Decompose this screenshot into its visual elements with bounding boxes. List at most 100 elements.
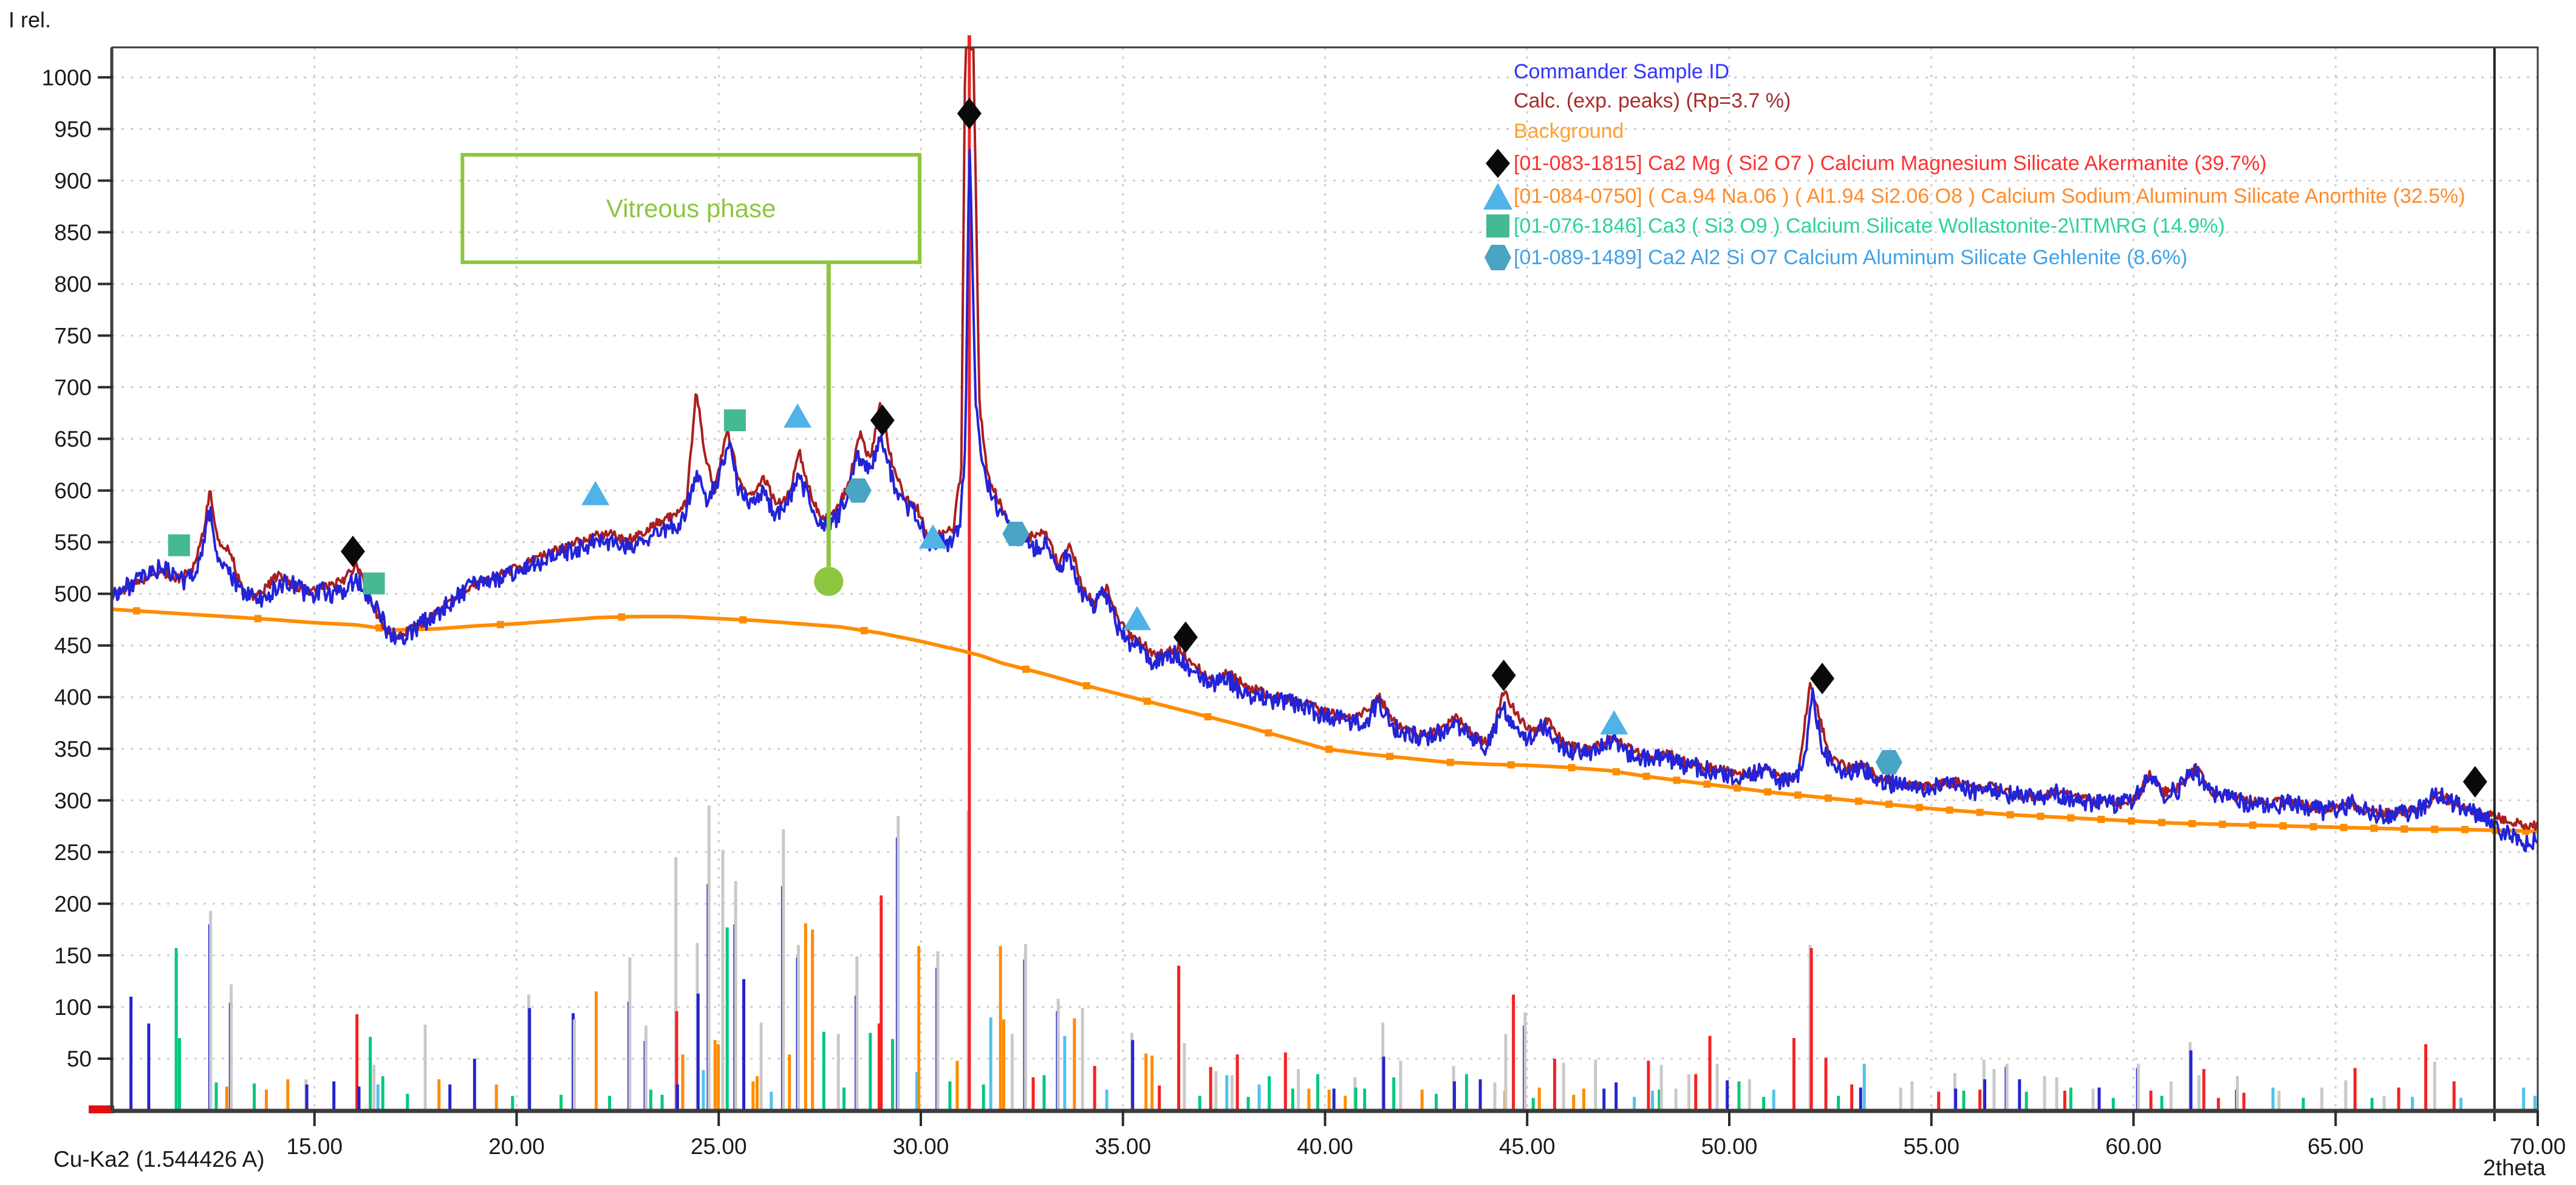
background-node-marker <box>2158 819 2165 826</box>
anode-wavelength-label: Cu-Ka2 (1.544426 A) <box>53 1147 265 1172</box>
anorthite-peak-marker <box>1123 606 1151 630</box>
gehlenite-peak-marker <box>1876 750 1902 774</box>
background-node-marker <box>2280 822 2287 830</box>
background-node-marker <box>1916 804 1923 811</box>
background-node-marker <box>1976 809 1984 816</box>
x-tick-label: 35.00 <box>1095 1134 1151 1159</box>
y-tick-label: 450 <box>54 633 92 658</box>
y-tick-label: 150 <box>54 943 92 968</box>
anorthite-peak-marker <box>1600 710 1628 734</box>
x-tick-label: 65.00 <box>2308 1134 2364 1159</box>
background-node-marker <box>1794 791 1802 799</box>
hexagon-marker-swatch <box>1482 242 1514 273</box>
x-tick-label: 30.00 <box>893 1134 949 1159</box>
x-tick-label: 55.00 <box>1903 1134 1959 1159</box>
background-node-marker <box>1265 729 1272 737</box>
background-node-marker <box>739 616 746 624</box>
akermanite-peak-marker <box>957 98 982 129</box>
y-tick-label: 950 <box>54 117 92 142</box>
background-node-marker <box>2097 816 2105 823</box>
background-node-marker <box>1734 784 1741 791</box>
legend-item-label: Calc. (exp. peaks) (Rp=3.7 %) <box>1514 89 1791 113</box>
background-node-marker <box>1204 713 1212 720</box>
background-node-marker <box>861 627 868 634</box>
legend-item[interactable]: [01-089-1489] Ca2 Al2 Si O7 Calcium Alum… <box>1482 242 2187 273</box>
background-node-marker <box>2188 820 2196 827</box>
background-node-marker <box>497 621 504 628</box>
y-tick-label: 1000 <box>42 65 92 90</box>
legend-item-label: [01-076-1846] Ca3 ( Si3 O9 ) Calcium Sil… <box>1514 214 2225 238</box>
legend-item-label: [01-084-0750] ( Ca.94 Na.06 ) ( Al1.94 S… <box>1514 185 2465 208</box>
akermanite-peak-marker <box>2463 766 2487 797</box>
legend-item-label: Commander Sample ID <box>1514 60 1729 84</box>
y-tick-label: 350 <box>54 737 92 762</box>
background-node-marker <box>1703 780 1710 788</box>
akermanite-peak-marker <box>1492 660 1516 691</box>
wollastonite-peak-marker <box>363 573 385 595</box>
background-node-marker <box>1613 768 1620 776</box>
y-tick-label: 250 <box>54 840 92 865</box>
background-node-marker <box>1447 759 1454 766</box>
background-node-marker <box>1855 797 1862 805</box>
y-tick-label: 650 <box>54 427 92 452</box>
square-marker-swatch <box>1482 210 1514 242</box>
y-tick-label: 600 <box>54 479 92 504</box>
background-node-marker <box>1764 788 1771 796</box>
background-node-marker <box>1386 753 1393 760</box>
wollastonite-peak-marker <box>724 409 746 431</box>
legend-item[interactable]: Commander Sample ID <box>1482 56 1729 87</box>
x-tick-label: 50.00 <box>1701 1134 1758 1159</box>
wollastonite-peak-marker <box>168 534 190 556</box>
legend-item-label: [01-089-1489] Ca2 Al2 Si O7 Calcium Alum… <box>1514 246 2187 270</box>
y-tick-label: 800 <box>54 271 92 296</box>
background-node-marker <box>1083 682 1090 689</box>
y-tick-label: 400 <box>54 685 92 710</box>
x-axis-title: 2theta <box>2483 1155 2546 1181</box>
background-node-marker <box>1568 764 1575 771</box>
y-tick-label: 100 <box>54 995 92 1020</box>
background-node-marker <box>1825 794 1832 802</box>
background-node-marker <box>1885 801 1893 808</box>
y-axis-title: I rel. <box>9 7 51 33</box>
akermanite-peak-marker <box>341 536 365 567</box>
y-tick-label: 300 <box>54 788 92 813</box>
no-marker-spacer <box>1482 56 1514 87</box>
background-node-marker <box>1325 746 1333 753</box>
square-legend-icon <box>1482 210 1514 242</box>
legend-item[interactable]: [01-084-0750] ( Ca.94 Na.06 ) ( Al1.94 S… <box>1482 180 2465 212</box>
diamond-legend-icon <box>1482 148 1514 179</box>
triangle-legend-icon <box>1482 180 1514 212</box>
legend-item[interactable]: [01-076-1846] Ca3 ( Si3 O9 ) Calcium Sil… <box>1482 210 2225 242</box>
background-node-marker <box>2128 818 2135 825</box>
no-marker-spacer <box>1482 85 1514 117</box>
background-node-marker <box>1144 698 1151 705</box>
annotation-text: Vitreous phase <box>606 194 776 222</box>
legend-item[interactable]: Background <box>1482 115 1624 147</box>
background-node-marker <box>1946 807 1953 814</box>
no-marker-spacer <box>1482 115 1514 147</box>
y-tick-label: 550 <box>54 530 92 555</box>
background-node-marker <box>2310 823 2317 830</box>
y-tick-label: 200 <box>54 892 92 917</box>
x-tick-label: 20.00 <box>488 1134 545 1159</box>
y-tick-label: 850 <box>54 220 92 245</box>
annotation-dot <box>814 567 843 596</box>
background-node-marker <box>618 613 626 621</box>
background-node-marker <box>2067 814 2074 822</box>
background-node-marker <box>1508 761 1515 768</box>
x-tick-label: 45.00 <box>1499 1134 1556 1159</box>
y-tick-label: 500 <box>54 582 92 607</box>
y-tick-label: 750 <box>54 323 92 348</box>
background-node-marker <box>1022 666 1030 673</box>
x-tick-label: 15.00 <box>286 1134 343 1159</box>
background-node-marker <box>2219 821 2226 828</box>
anorthite-peak-marker <box>581 481 609 505</box>
background-node-marker <box>2461 826 2468 833</box>
diamond-marker-swatch <box>1482 148 1514 179</box>
legend-item[interactable]: Calc. (exp. peaks) (Rp=3.7 %) <box>1482 85 1791 117</box>
background-node-marker <box>2340 824 2348 831</box>
x-tick-label: 40.00 <box>1297 1134 1353 1159</box>
y-tick-label: 700 <box>54 375 92 400</box>
background-node-marker <box>2037 813 2044 820</box>
legend-item[interactable]: [01-083-1815] Ca2 Mg ( Si2 O7 ) Calcium … <box>1482 148 2267 179</box>
